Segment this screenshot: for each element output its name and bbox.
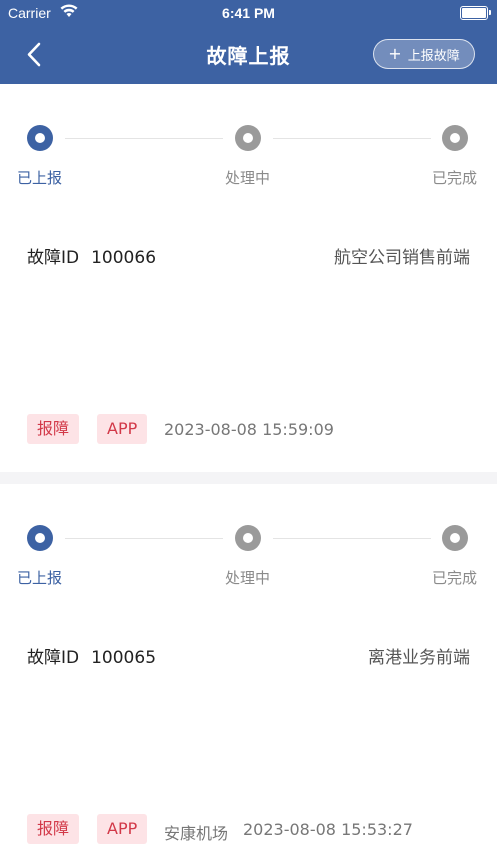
fault-id: 故障ID 100065 [27, 643, 156, 668]
step-connector [65, 138, 223, 139]
report-fault-button[interactable]: + 上报故障 [373, 39, 475, 69]
progress-steps: 已上报 处理中 已完成 [0, 84, 497, 194]
report-location: 安康机场 [164, 824, 229, 843]
step-label-completed: 已完成 [432, 569, 478, 587]
clock: 6:41 PM [222, 5, 275, 21]
fault-id-value: 100065 [91, 648, 157, 668]
status-bar: Carrier 6:41 PM [0, 0, 497, 26]
plus-icon: + [388, 44, 402, 63]
step-label-completed: 已完成 [432, 169, 478, 187]
step-dot-processing [235, 125, 261, 151]
step-label-reported: 已上报 [17, 169, 63, 187]
fault-id-label: 故障ID [27, 648, 80, 668]
step-connector [273, 138, 431, 139]
fault-card[interactable]: 已上报 处理中 已完成 故障ID 100066 航空公司销售前端 报障 APP 2… [0, 84, 497, 472]
step-connector [273, 538, 431, 539]
app-header: Carrier 6:41 PM 故障上报 + 上报故障 [0, 0, 497, 84]
step-label-processing: 处理中 [225, 169, 271, 187]
step-dot-reported [27, 525, 53, 551]
fault-card[interactable]: 已上报 处理中 已完成 故障ID 100065 离港业务前端 报障 APP 安康机… [0, 484, 497, 844]
fault-id-label: 故障ID [27, 248, 80, 268]
battery-icon [460, 6, 491, 20]
report-datetime: 2023-08-08 15:59:09 [164, 420, 334, 439]
step-dot-completed [442, 125, 468, 151]
tag-source: APP [97, 814, 148, 844]
step-label-reported: 已上报 [17, 569, 63, 587]
progress-steps: 已上报 处理中 已完成 [0, 484, 497, 594]
department: 航空公司销售前端 [334, 248, 470, 268]
report-datetime: 2023-08-08 15:53:27 [243, 820, 413, 839]
fault-id-value: 100066 [91, 248, 157, 268]
step-dot-completed [442, 525, 468, 551]
report-fault-label: 上报故障 [407, 48, 460, 64]
department: 离港业务前端 [368, 648, 470, 668]
tag-type: 报障 [27, 414, 80, 444]
fault-id: 故障ID 100066 [27, 243, 156, 268]
step-dot-reported [27, 125, 53, 151]
step-dot-processing [235, 525, 261, 551]
tag-source: APP [97, 414, 148, 444]
step-label-processing: 处理中 [225, 569, 271, 587]
tag-type: 报障 [27, 814, 80, 844]
step-connector [65, 538, 223, 539]
